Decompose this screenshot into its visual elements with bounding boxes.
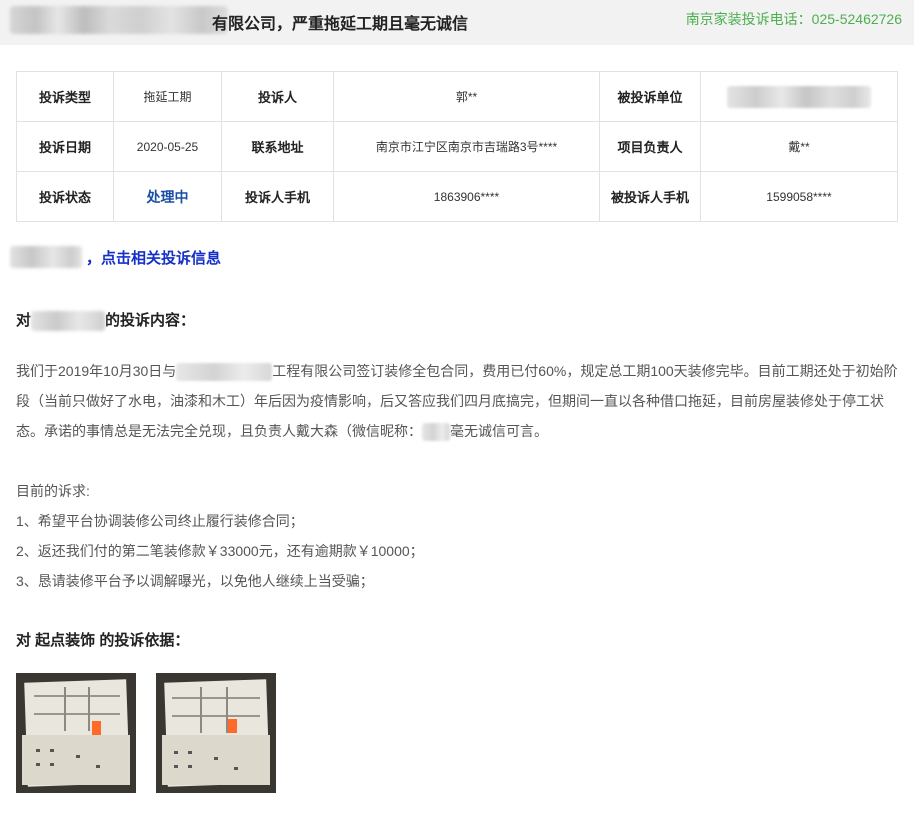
respondent-label: 被投诉单位 (599, 71, 701, 122)
respondent-phone-value: 1599058**** (700, 171, 898, 222)
table-row: 投诉状态 处理中 投诉人手机 1863906**** 被投诉人手机 159905… (16, 171, 898, 222)
complaint-info-table: 投诉类型 拖延工期 投诉人 郭** 被投诉单位 投诉日期 2020-05-25 … (16, 71, 898, 222)
complainant-label: 投诉人 (221, 71, 334, 122)
table-row: 投诉日期 2020-05-25 联系地址 南京市江宁区南京市吉瑞路3号**** … (16, 121, 898, 172)
complaint-type-label: 投诉类型 (16, 71, 114, 122)
respondent-phone-label: 被投诉人手机 (599, 171, 701, 222)
paragraph-text: 我们于2019年10月30日与 (16, 363, 177, 379)
evidence-image-thumbnail[interactable] (156, 673, 276, 793)
complainant-phone-label: 投诉人手机 (221, 171, 334, 222)
paragraph-text: 毫无诚信可言。 (450, 423, 548, 439)
evidence-heading: 对 起点装饰 的投诉依据： (16, 632, 190, 649)
complainant-value: 郭** (333, 71, 600, 122)
page-header: 有限公司，严重拖延工期且毫无诚信 南京家装投诉电话：025-52462726 (0, 0, 914, 45)
project-manager-label: 项目负责人 (599, 121, 701, 172)
complaint-content-heading: 对 的投诉内容： (16, 309, 196, 332)
evidence-image-thumbnail[interactable] (16, 673, 136, 793)
address-value: 南京市江宁区南京市吉瑞路3号**** (333, 121, 600, 172)
complaint-paragraph: 我们于2019年10月30日与 工程有限公司签订装修全包合同，费用已付60%，规定… (16, 356, 900, 446)
complaint-hotline: 南京家装投诉电话：025-52462726 (685, 11, 902, 27)
complaint-status-value: 处理中 (113, 171, 222, 222)
demand-item: 3、恳请装修平台予以调解曝光，以免他人继续上当受骗； (16, 573, 374, 589)
redacted-company-name (10, 6, 228, 34)
demands-title: 目前的诉求: (16, 483, 90, 499)
table-row: 投诉类型 拖延工期 投诉人 郭** 被投诉单位 (16, 71, 898, 122)
complaint-date-label: 投诉日期 (16, 121, 114, 172)
redacted-inline-company (176, 363, 273, 382)
complaint-date-value: 2020-05-25 (113, 121, 222, 172)
address-label: 联系地址 (221, 121, 334, 172)
demand-item: 1、希望平台协调装修公司终止履行装修合同； (16, 513, 304, 529)
heading-suffix: 的投诉内容： (105, 312, 196, 329)
complainant-phone-value: 1863906**** (333, 171, 600, 222)
heading-prefix: 对 (16, 312, 32, 329)
complaint-status-label: 投诉状态 (16, 171, 114, 222)
related-complaints-link[interactable]: ，点击相关投诉信息 (86, 250, 221, 267)
respondent-value (700, 71, 898, 122)
page-title: 有限公司，严重拖延工期且毫无诚信 (212, 16, 469, 33)
demand-item: 2、返还我们付的第二笔装修款￥33000元，还有逾期款￥10000； (16, 543, 424, 559)
project-manager-value: 戴** (700, 121, 898, 172)
redacted-respondent (727, 85, 871, 108)
complaint-content: 我们于2019年10月30日与 工程有限公司签订装修全包合同，费用已付60%，规定… (16, 356, 900, 596)
redacted-company-heading (31, 311, 106, 332)
redacted-wechat-nickname (422, 423, 450, 442)
complaint-type-value: 拖延工期 (113, 71, 222, 122)
related-complaints: ，点击相关投诉信息 (10, 246, 221, 270)
redacted-company-short (10, 246, 82, 268)
